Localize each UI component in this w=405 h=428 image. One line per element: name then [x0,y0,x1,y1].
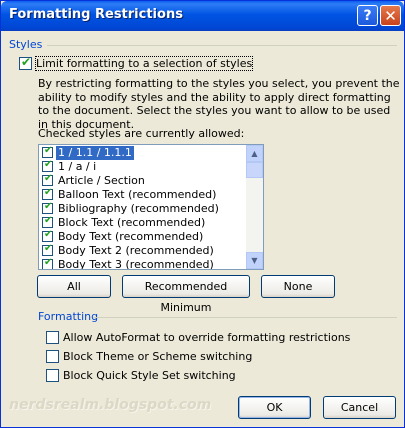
list-item-label: Body Text (recommended) [58,230,204,243]
styles-group-label: Styles [9,38,43,51]
checkbox-icon[interactable] [42,229,53,242]
block-theme-checkbox[interactable] [46,350,59,363]
list-item-label: 1 / a / i [58,160,97,173]
list-item-label: Article / Section [58,174,145,187]
restriction-description: By restricting formatting to the styles … [38,77,400,131]
list-item[interactable]: Body Text 2 (recommended) [39,243,246,258]
checkbox-icon[interactable] [42,243,53,256]
block-quick-style-label[interactable]: Block Quick Style Set switching [63,369,236,382]
checkbox-icon[interactable] [42,257,53,269]
styles-listbox[interactable]: 1 / 1.1 / 1.1.1 1 / a / i Article / Sect… [38,144,264,270]
formatting-restrictions-dialog: Formatting Restrictions ? ✕ Styles ✔ Lim… [0,0,405,428]
watermark: nerdsrealm.blogspot.com [9,397,212,413]
allow-autoformat-checkbox[interactable] [46,331,59,344]
ok-button[interactable]: OK [238,396,311,419]
scroll-down-icon[interactable]: ▼ [246,252,263,269]
list-item[interactable]: Block Text (recommended) [39,215,246,230]
none-button[interactable]: None [261,275,335,298]
checkbox-icon[interactable] [42,173,53,186]
list-item[interactable]: Bibliography (recommended) [39,201,246,216]
formatting-group-label: Formatting [38,310,99,323]
formatting-divider [93,317,397,318]
scroll-thumb[interactable] [246,162,263,178]
recommended-minimum-button[interactable]: Recommended Minimum [122,275,250,314]
all-button[interactable]: All [37,275,111,298]
block-theme-label[interactable]: Block Theme or Scheme switching [63,350,252,363]
help-button[interactable]: ? [357,5,378,26]
close-button[interactable]: ✕ [380,5,401,26]
styles-divider [47,45,397,46]
dialog-title: Formatting Restrictions [9,7,183,22]
cancel-button[interactable]: Cancel [323,396,396,419]
checkbox-icon[interactable] [42,215,53,228]
list-item-label: Balloon Text (recommended) [58,188,217,201]
close-icon: ✕ [384,7,397,25]
checkmark-icon: ✔ [21,55,32,69]
checkbox-icon[interactable] [42,159,53,172]
limit-formatting-label[interactable]: Limit formatting to a selection of style… [34,56,254,71]
scroll-up-icon[interactable]: ▲ [246,145,263,162]
title-bar[interactable]: Formatting Restrictions ? ✕ [1,1,404,31]
list-item[interactable]: Balloon Text (recommended) [39,187,246,202]
checkbox-icon[interactable] [42,201,53,214]
list-item[interactable]: 1 / 1.1 / 1.1.1 [39,145,246,160]
checkbox-icon[interactable] [42,145,53,158]
list-item-label: Bibliography (recommended) [58,202,219,215]
list-scrollbar[interactable]: ▲ ▼ [246,145,263,269]
checkbox-icon[interactable] [42,187,53,200]
list-item[interactable]: 1 / a / i [39,159,246,174]
block-quick-style-checkbox[interactable] [46,369,59,382]
question-icon: ? [363,8,372,24]
list-item-label: Body Text 3 (recommended) [58,258,214,270]
list-item[interactable]: Body Text (recommended) [39,229,246,244]
list-item-label: Block Text (recommended) [58,216,206,229]
list-item[interactable]: Article / Section [39,173,246,188]
list-item-label: Body Text 2 (recommended) [58,244,214,257]
list-item[interactable]: Body Text 3 (recommended) [39,257,246,270]
limit-formatting-checkbox[interactable]: ✔ [19,55,32,70]
list-caption: Checked styles are currently allowed: [38,127,245,140]
list-item-label: 1 / 1.1 / 1.1.1 [56,146,134,160]
allow-autoformat-label[interactable]: Allow AutoFormat to override formatting … [63,331,350,344]
